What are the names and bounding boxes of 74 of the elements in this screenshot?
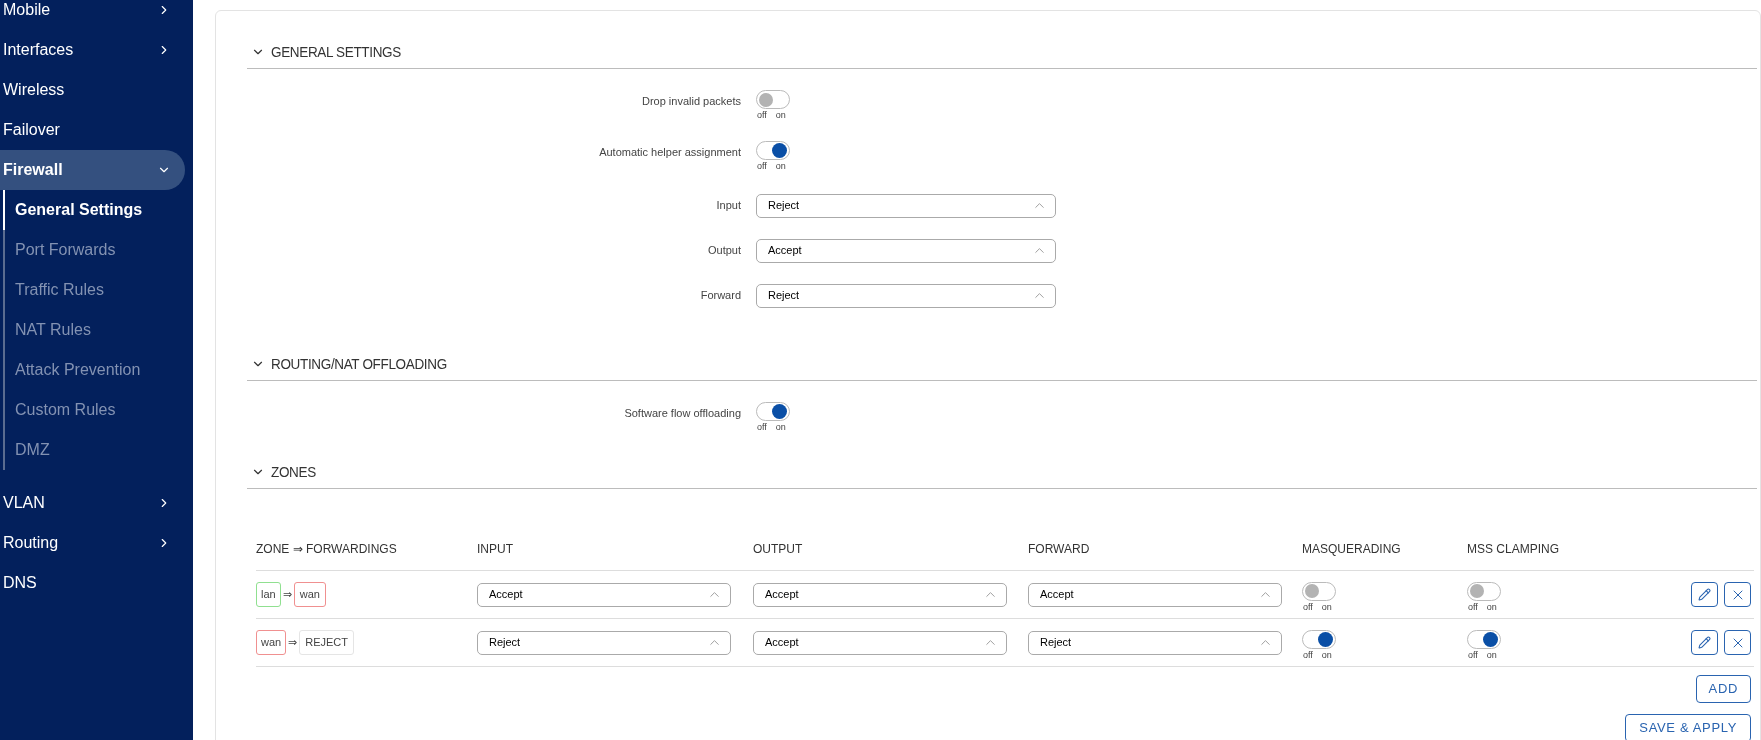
toggle-switch[interactable] [756,90,790,109]
sidebar-subitem[interactable]: Port Forwards [3,230,193,270]
select-dropdown[interactable]: Accept [753,582,1007,607]
sidebar-subitem[interactable]: Custom Rules [3,390,193,430]
sidebar-item[interactable]: DNS [0,563,185,603]
sidebar-item[interactable]: Failover [0,110,185,150]
sidebar-subitem[interactable]: Attack Prevention [3,350,193,390]
arrow-symbol: ⇒ [288,635,298,651]
select-dropdown[interactable]: Accept [756,238,1056,263]
off-label: off [1303,601,1313,612]
sidebar-item[interactable]: Mobile [0,0,185,30]
toggle-switch[interactable] [756,402,790,421]
field-label: Input [715,198,742,214]
toggle-switch[interactable] [756,141,790,160]
field-label: Forward [699,288,742,304]
field-label: Software flow offloading [623,406,742,421]
field-label: Drop invalid packets [640,94,742,109]
off-label: off [757,110,767,120]
section-title: GENERAL SETTINGS [271,41,401,62]
off-label: off [1468,649,1478,660]
sidebar-item[interactable]: VLAN [0,483,185,523]
off-label: off [757,422,767,432]
zone-tag: wan [256,630,287,655]
column-header: INPUT [477,540,514,558]
select-dropdown[interactable]: Reject [756,283,1056,308]
zone-tag: wan [293,582,326,607]
zone-tag: REJECT [299,630,354,655]
sidebar-item[interactable]: Firewall [0,150,185,190]
pencil-icon [1698,636,1711,649]
sidebar-subitem[interactable]: NAT Rules [3,310,193,350]
select-dropdown[interactable]: Reject [477,630,731,655]
off-label: off [757,161,767,171]
pencil-icon [1698,588,1711,601]
on-label: on [1486,601,1497,612]
on-label: on [1321,649,1332,660]
toggle-switch[interactable] [1302,581,1336,601]
field-label: Output [706,243,742,259]
select-dropdown[interactable]: Accept [753,630,1007,655]
sidebar-subitem[interactable]: General Settings [3,190,193,230]
sidebar-item[interactable]: Wireless [0,70,185,110]
sidebar-item[interactable]: Interfaces [0,30,185,70]
add-button[interactable]: ADD [1695,675,1751,703]
column-header: OUTPUT [753,540,804,558]
column-header: MSS CLAMPING [1467,540,1560,558]
sidebar-item[interactable]: Routing [0,523,185,563]
select-dropdown[interactable]: Reject [1028,630,1282,655]
column-header: MASQUERADING [1302,540,1402,558]
column-header: ZONE ⇒ FORWARDINGS [256,540,398,558]
delete-button[interactable] [1724,630,1751,655]
section-title: ROUTING/NAT OFFLOADING [271,353,447,374]
toggle-switch[interactable] [1302,629,1336,649]
toggle-switch[interactable] [1467,581,1501,601]
sidebar-subitem[interactable]: Traffic Rules [3,270,193,310]
field-label: Automatic helper assignment [598,145,742,160]
on-label: on [1486,649,1497,660]
off-label: off [1468,601,1478,612]
select-dropdown[interactable]: Accept [477,582,731,607]
on-label: on [1321,601,1332,612]
select-dropdown[interactable]: Reject [756,193,1056,218]
toggle-switch[interactable] [1467,629,1501,649]
edit-button[interactable] [1691,582,1718,607]
save-apply-button[interactable]: SAVE & APPLY [1625,714,1751,740]
on-label: on [775,161,786,171]
edit-button[interactable] [1691,630,1718,655]
section-title: ZONES [271,461,316,482]
on-label: on [775,110,786,120]
off-label: off [1303,649,1313,660]
zone-tag: lan [256,582,281,607]
arrow-symbol: ⇒ [282,587,292,603]
sidebar-subitem[interactable]: DMZ [3,430,193,470]
on-label: on [775,422,786,432]
column-header: FORWARD [1028,540,1091,558]
select-dropdown[interactable]: Accept [1028,582,1282,607]
delete-button[interactable] [1724,582,1751,607]
